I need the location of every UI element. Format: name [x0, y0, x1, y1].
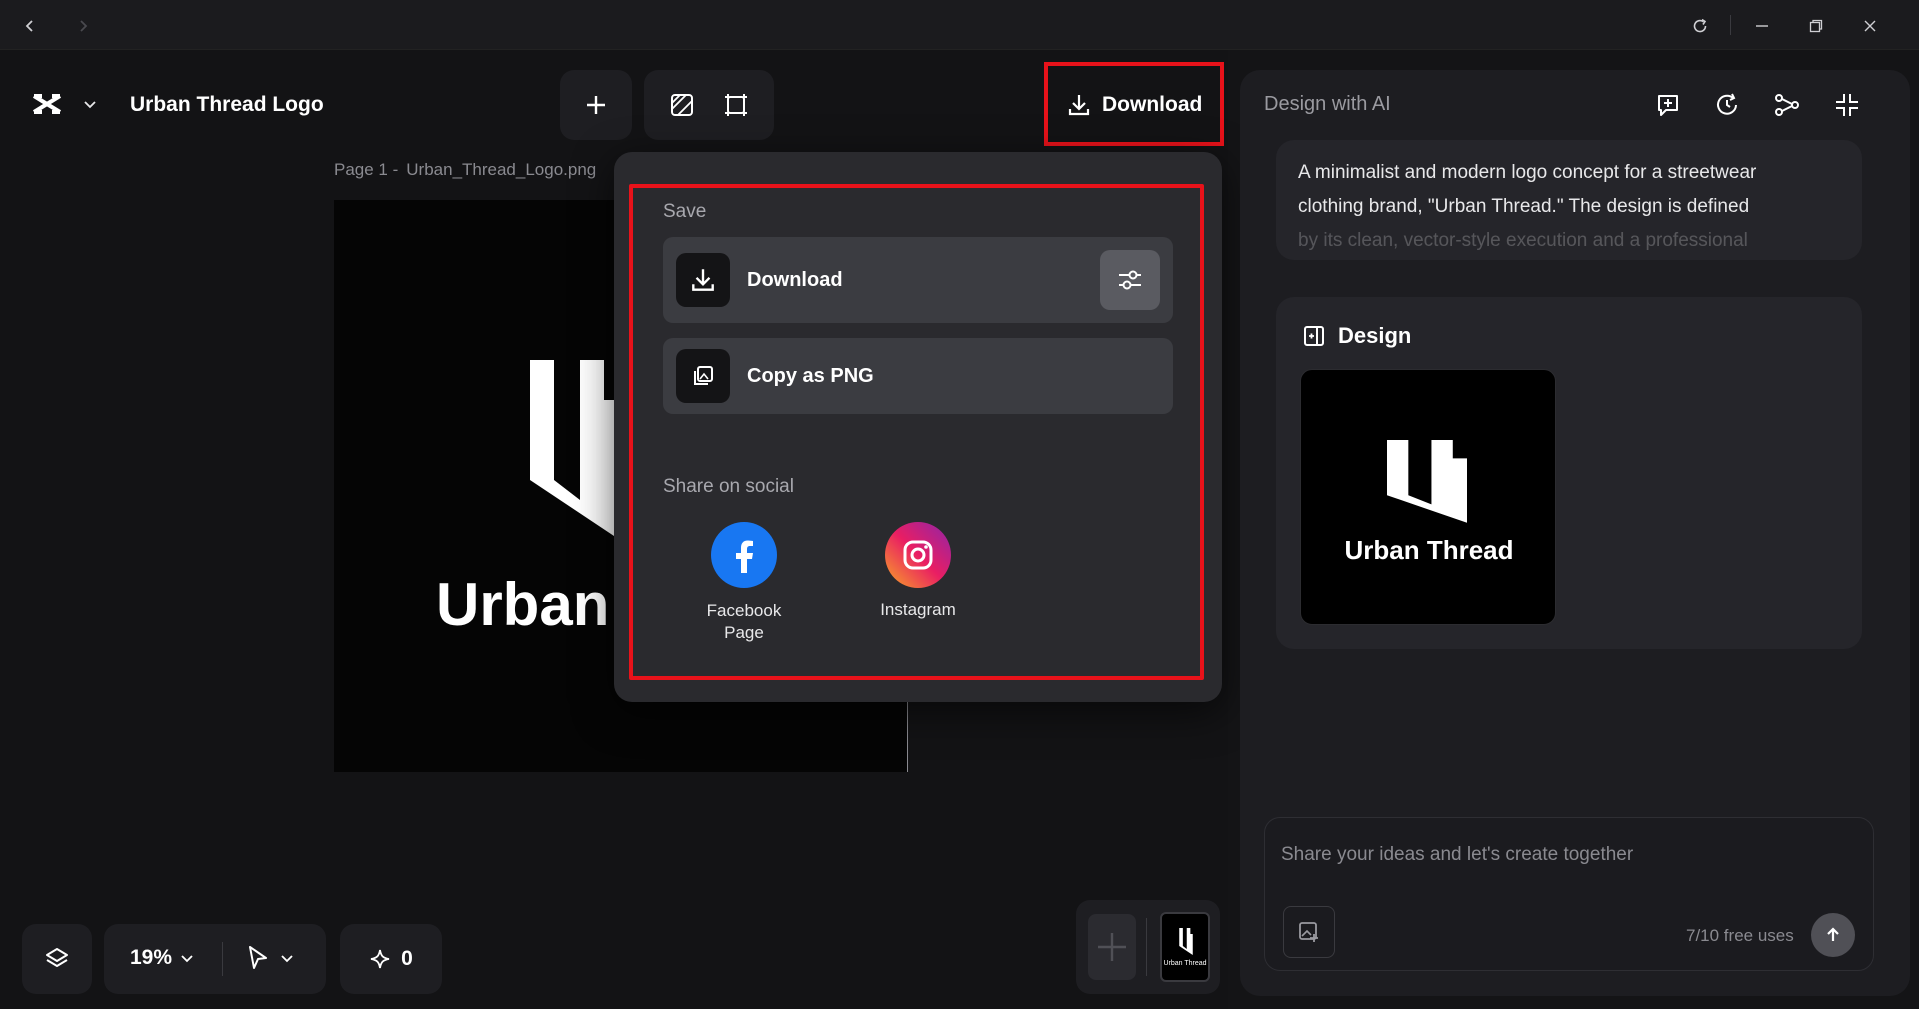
divider: [1146, 918, 1147, 976]
facebook-label-line1: Facebook: [706, 601, 782, 620]
logo-wordmark: Urban: [436, 571, 610, 638]
window-titlebar: [0, 0, 1919, 50]
new-chat-icon[interactable]: [1651, 88, 1685, 122]
menu-download-item[interactable]: Download: [663, 237, 1173, 323]
facebook-icon: [711, 522, 777, 588]
minimize-icon[interactable]: [1749, 13, 1775, 39]
share-instagram[interactable]: Instagram: [857, 522, 977, 627]
pointer-tool-dropdown[interactable]: [246, 944, 294, 972]
prompt-line-1: A minimalist and modern logo concept for…: [1298, 162, 1757, 183]
divider: [222, 942, 223, 976]
download-settings-button[interactable]: [1100, 250, 1160, 310]
chevron-down-icon[interactable]: [82, 96, 102, 116]
menu-copy-png-label: Copy as PNG: [747, 365, 874, 387]
add-page-button[interactable]: [1088, 914, 1136, 980]
design-panel-icon: [1302, 324, 1326, 348]
design-thumbnail-text: Urban Thread: [1344, 535, 1514, 565]
zoom-tool-group: 19%: [104, 924, 326, 994]
design-heading: Design: [1338, 323, 1412, 348]
zoom-dropdown[interactable]: 19%: [130, 946, 194, 970]
sliders-icon: [1116, 266, 1144, 294]
thumbnail-text: Urban Thread: [1163, 960, 1207, 967]
add-button[interactable]: [560, 70, 632, 140]
copy-image-icon: [676, 349, 730, 403]
facebook-label-line2: Page: [724, 623, 764, 642]
sparkle-icon: [369, 948, 391, 970]
prompt-line-3: by its clean, vector-style execution and…: [1298, 230, 1748, 251]
design-card: Design Urban Thread: [1276, 297, 1862, 649]
pages-strip: Urban Thread: [1076, 900, 1220, 994]
prompt-line-2: clothing brand, "Urban Thread." The desi…: [1298, 196, 1750, 217]
prompt-text: A minimalist and modern logo concept for…: [1298, 156, 1756, 258]
canvas-edge: [907, 700, 908, 772]
menu-download-label: Download: [747, 269, 843, 291]
upload-image-button[interactable]: [1283, 906, 1335, 958]
zoom-value: 19%: [130, 946, 173, 969]
canvas-tools-group: [644, 70, 774, 140]
image-add-icon: [1297, 920, 1321, 944]
arrow-up-icon: [1823, 925, 1843, 945]
page-thumbnail[interactable]: Urban Thread: [1160, 912, 1210, 982]
free-uses-count: 7/10 free uses: [1686, 926, 1794, 945]
design-thumbnail[interactable]: Urban Thread: [1300, 369, 1556, 625]
design-heading-row: Design: [1302, 323, 1411, 349]
close-icon[interactable]: [1857, 13, 1883, 39]
download-button-label: Download: [1102, 93, 1203, 116]
page-label-row: Page 1 - Urban_Thread_Logo.png: [334, 160, 596, 180]
layers-icon: [44, 946, 70, 972]
ai-input-box[interactable]: Share your ideas and let's create togeth…: [1264, 817, 1874, 971]
share-heading: Share on social: [663, 476, 794, 497]
instagram-label: Instagram: [880, 600, 956, 619]
urban-thread-logo-mark: [530, 360, 620, 560]
history-icon[interactable]: [1710, 88, 1744, 122]
resize-icon[interactable]: [723, 92, 749, 118]
facebook-label: Facebook Page: [683, 600, 805, 644]
background-icon[interactable]: [669, 92, 695, 118]
plus-icon: [583, 92, 609, 118]
ai-input-placeholder[interactable]: Share your ideas and let's create togeth…: [1281, 844, 1633, 866]
credits-count: 0: [401, 947, 413, 970]
chevron-left-icon[interactable]: [17, 13, 43, 39]
credits-button[interactable]: 0: [340, 924, 442, 994]
chevron-right-icon[interactable]: [70, 13, 96, 39]
restore-icon[interactable]: [1803, 13, 1829, 39]
page-label: Page 1 -: [334, 160, 399, 179]
instagram-icon: [885, 522, 951, 588]
send-button[interactable]: [1811, 913, 1855, 957]
project-title[interactable]: Urban Thread Logo: [130, 93, 324, 117]
file-name[interactable]: Urban_Thread_Logo.png: [406, 160, 596, 180]
download-icon: [676, 253, 730, 307]
ai-panel-title: Design with AI: [1264, 93, 1391, 115]
download-icon: [1066, 92, 1092, 118]
download-button[interactable]: Download: [1060, 80, 1210, 130]
capcut-logo-icon[interactable]: [30, 90, 66, 120]
save-heading: Save: [663, 201, 707, 222]
menu-copy-png-item[interactable]: Copy as PNG: [663, 338, 1173, 414]
cursor-icon: [246, 944, 270, 972]
plus-icon: [1095, 930, 1129, 964]
collapse-icon[interactable]: [1830, 88, 1864, 122]
chevron-down-icon: [280, 951, 294, 965]
refresh-icon[interactable]: [1687, 13, 1713, 39]
share-facebook[interactable]: Facebook Page: [683, 522, 803, 647]
titlebar-divider: [1730, 15, 1731, 35]
share-icon[interactable]: [1770, 88, 1804, 122]
chevron-down-icon: [180, 951, 194, 965]
prompt-card[interactable]: A minimalist and modern logo concept for…: [1276, 140, 1862, 260]
layers-button[interactable]: [22, 924, 92, 994]
